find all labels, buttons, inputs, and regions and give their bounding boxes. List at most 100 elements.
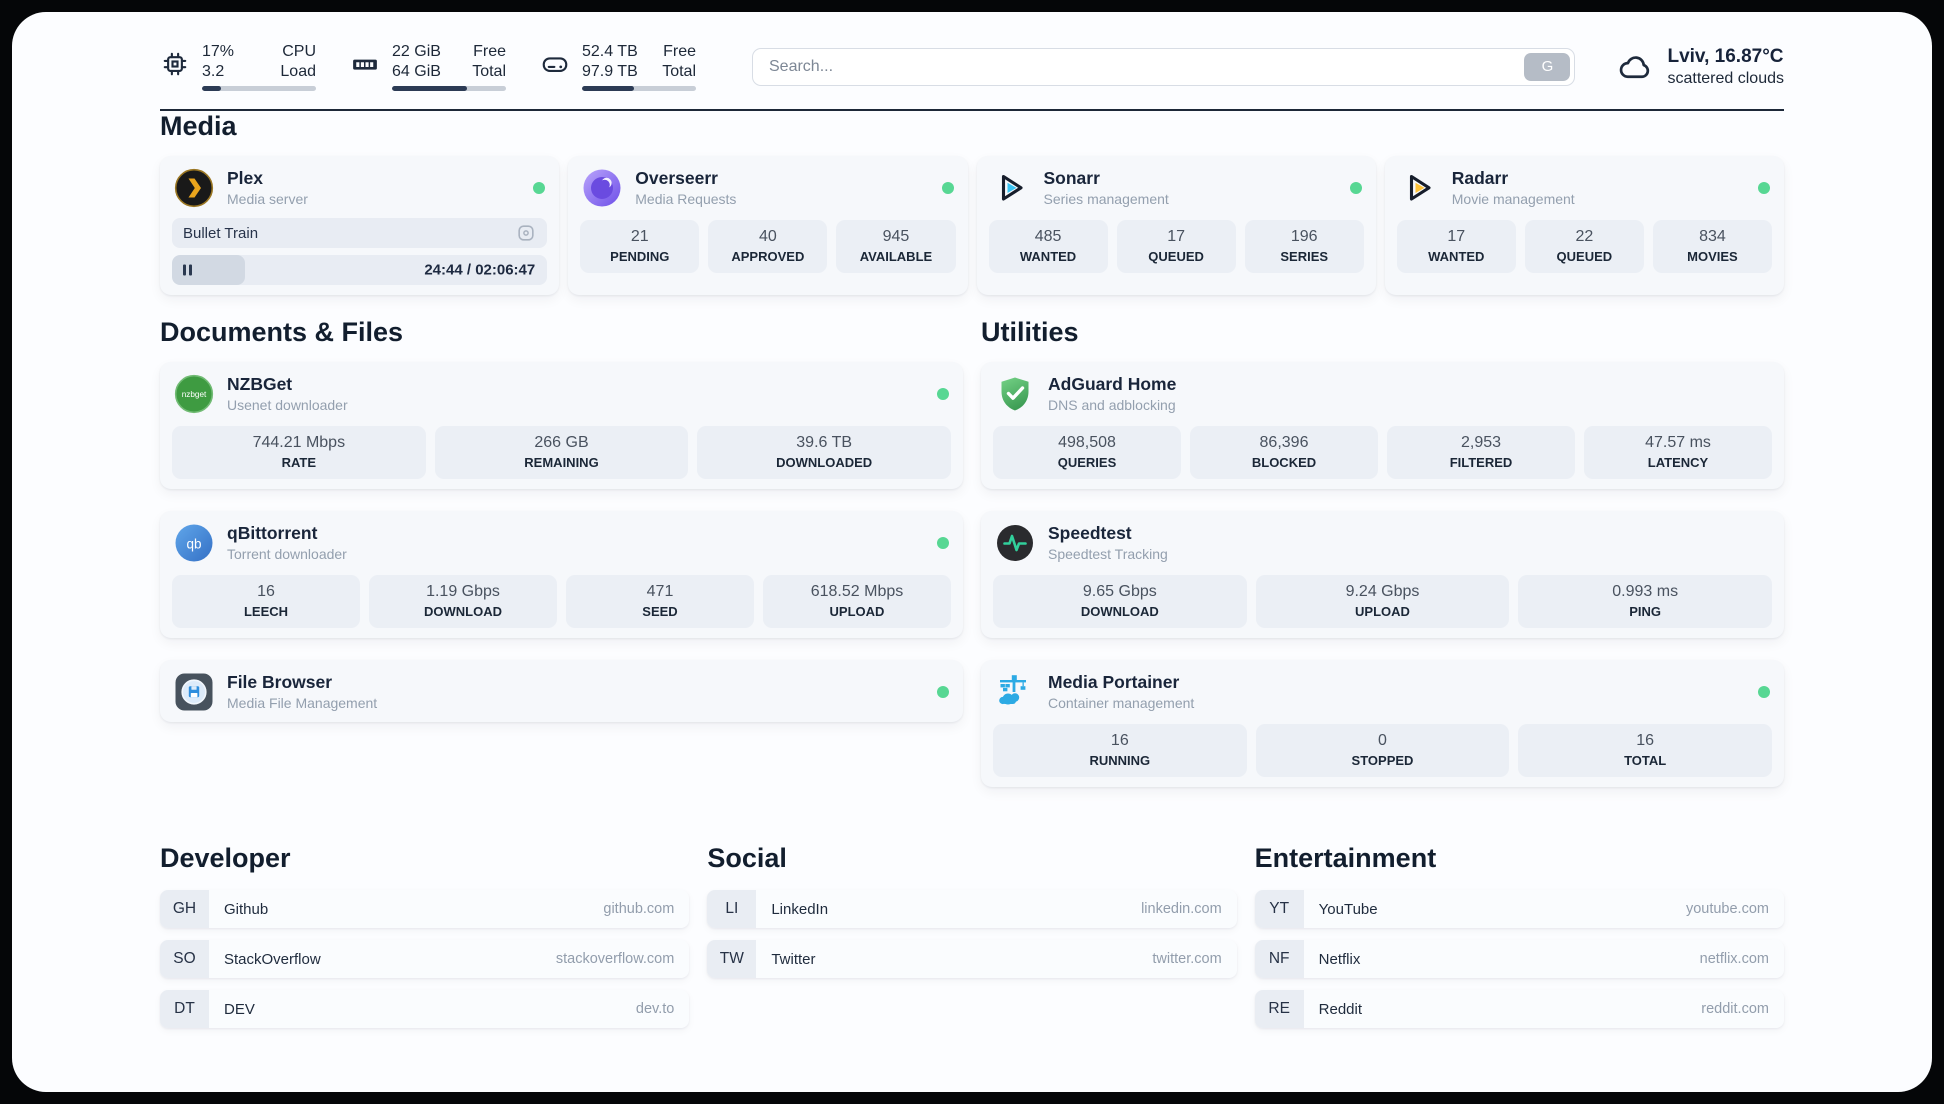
stat-series: 196 SERIES: [1244, 220, 1364, 273]
stat-label: PENDING: [610, 249, 670, 264]
bookmark-domain: linkedin.com: [1141, 901, 1222, 917]
bookmark-github[interactable]: GH Github github.com: [160, 890, 690, 928]
card-qbittorrent: qb qBittorrent Torrent downloader 16 LEE…: [160, 511, 963, 638]
bookmark-abbr: TW: [707, 940, 757, 978]
service-subtitle: Movie management: [1451, 191, 1575, 207]
overseerr-stats: 21 PENDING 40 APPROVED 945 AVAILABLE: [580, 220, 956, 273]
disk-free-value: 52.4 TB: [582, 43, 638, 60]
nzbget-titles: NZBGet Usenet downloader: [227, 374, 348, 414]
disk-widget: 52.4 TB Free 97.9 TB Total: [540, 42, 696, 91]
plex-icon: [174, 168, 214, 208]
disk-progress-bar: [582, 86, 696, 91]
stat-label: PING: [1629, 604, 1662, 619]
bookmark-domain: twitter.com: [1152, 951, 1222, 967]
bookmark-linkedin[interactable]: LI LinkedIn linkedin.com: [707, 890, 1237, 928]
cpu-label-1: CPU: [282, 43, 316, 60]
entertainment-column: Entertainment YT YouTube youtube.com NF …: [1254, 843, 1784, 1040]
service-title: Radarr: [1451, 168, 1509, 188]
bookmark-domain: reddit.com: [1701, 1001, 1769, 1017]
stat-label: SEED: [642, 604, 678, 619]
stat-value: 86,396: [1259, 434, 1309, 451]
utilities-column: Utilities AdGuard Home DNS and adblockin…: [981, 317, 1784, 787]
stat-value: 485: [1034, 228, 1062, 245]
cpu-widget: 17% CPU 3.2 Load: [160, 42, 316, 91]
stat-approved: 40 APPROVED: [708, 220, 828, 273]
stat-label: FILTERED: [1449, 455, 1513, 470]
service-subtitle: Media Requests: [635, 191, 737, 207]
bookmark-stackoverflow[interactable]: SO StackOverflow stackoverflow.com: [160, 940, 690, 978]
sonarr-titles: Sonarr Series management: [1044, 168, 1169, 208]
card-plex: Plex Media server Bullet Train 24:44 / 0…: [160, 156, 560, 295]
stat-label: WANTED: [1428, 249, 1485, 264]
memory-progress-fill: [392, 86, 468, 91]
disk-widget-body: 52.4 TB Free 97.9 TB Total: [582, 42, 696, 91]
adguard-card-head[interactable]: AdGuard Home DNS and adblocking: [993, 372, 1772, 414]
cpu-widget-body: 17% CPU 3.2 Load: [202, 42, 316, 91]
bookmark-twitter[interactable]: TW Twitter twitter.com: [707, 940, 1237, 978]
stat-value: 266 GB: [534, 434, 589, 451]
card-filebrowser: File Browser Media File Management: [160, 660, 963, 722]
session-icon: [516, 223, 536, 243]
bookmark-abbr: RE: [1254, 990, 1304, 1028]
stat-label: AVAILABLE: [859, 249, 933, 264]
status-dot: [1349, 182, 1362, 194]
bookmark-name: LinkedIn: [771, 900, 829, 918]
stat-label: BLOCKED: [1251, 455, 1317, 470]
plex-card-head[interactable]: Plex Media server: [172, 166, 547, 208]
search-go-button[interactable]: G: [1524, 52, 1571, 81]
sonarr-stats: 485 WANTED 17 QUEUED 196 SERIES: [988, 220, 1364, 273]
bookmark-name: StackOverflow: [224, 950, 321, 968]
radarr-titles: Radarr Movie management: [1452, 168, 1575, 208]
sonarr-card-head[interactable]: Sonarr Series management: [989, 166, 1364, 208]
bookmark-youtube[interactable]: YT YouTube youtube.com: [1254, 890, 1784, 928]
bookmark-abbr: LI: [707, 890, 757, 928]
service-title: Overseerr: [635, 168, 718, 188]
speedtest-card-head[interactable]: Speedtest Speedtest Tracking: [993, 521, 1772, 563]
svg-text:qb: qb: [186, 537, 201, 552]
stat-remaining: 266 GB REMAINING: [434, 426, 689, 479]
service-subtitle: Torrent downloader: [227, 546, 347, 562]
bookmark-reddit[interactable]: RE Reddit reddit.com: [1254, 990, 1784, 1028]
filebrowser-icon: [174, 672, 214, 712]
cpu-label-2: Load: [280, 62, 316, 80]
disk-label-1: Free: [663, 43, 696, 60]
nzbget-card-head[interactable]: nzbget NZBGet Usenet downloader: [172, 372, 951, 414]
stat-downloaded: 39.6 TB DOWNLOADED: [697, 426, 951, 479]
filebrowser-card-head[interactable]: File Browser Media File Management: [172, 670, 951, 712]
now-playing-title: Bullet Train: [183, 224, 259, 242]
stat-label: QUEUED: [1148, 249, 1204, 264]
service-title: qBittorrent: [227, 523, 318, 543]
bookmarks-grid: Developer GH Github github.com SO StackO…: [160, 843, 1784, 1040]
bookmark-netflix[interactable]: NF Netflix netflix.com: [1254, 940, 1784, 978]
portainer-card-head[interactable]: Media Portainer Container management: [993, 670, 1772, 712]
status-dot: [937, 388, 949, 400]
stat-label: UPLOAD: [1355, 604, 1410, 619]
stat-value: 498,508: [1058, 434, 1116, 451]
search-input[interactable]: [752, 47, 1576, 86]
portainer-icon: [995, 672, 1035, 712]
stat-stopped: 0 STOPPED: [1255, 724, 1510, 777]
plex-playback-progress: 24:44 / 02:06:47: [172, 255, 548, 285]
service-subtitle: Media File Management: [227, 695, 378, 711]
disk-total-value: 97.9 TB: [582, 62, 638, 80]
memory-free-value: 22 GiB: [392, 43, 441, 60]
memory-widget: 22 GiB Free 64 GiB Total: [350, 42, 506, 91]
stat-wanted: 485 WANTED: [988, 220, 1108, 273]
card-overseerr: Overseerr Media Requests 21 PENDING 40 A…: [568, 156, 968, 295]
documents-section-heading: Documents & Files: [160, 317, 404, 347]
weather-text: Lviv, 16.87°C scattered clouds: [1667, 45, 1784, 89]
stat-label: LEECH: [243, 604, 289, 619]
bookmark-abbr: GH: [160, 890, 209, 928]
bookmark-dev[interactable]: DT DEV dev.to: [160, 990, 690, 1028]
utilities-section-heading: Utilities: [981, 317, 1079, 347]
stat-value: 945: [882, 228, 910, 245]
overseerr-card-head[interactable]: Overseerr Media Requests: [580, 166, 955, 208]
stat-rate: 744.21 Mbps RATE: [172, 426, 426, 479]
stat-label: RUNNING: [1089, 753, 1151, 768]
stat-value: 47.57 ms: [1645, 434, 1711, 451]
bookmark-name: Netflix: [1318, 950, 1361, 968]
disk-icon: [540, 49, 570, 79]
card-nzbget: nzbget NZBGet Usenet downloader 744.21 M…: [160, 362, 963, 489]
qbittorrent-card-head[interactable]: qb qBittorrent Torrent downloader: [172, 521, 951, 563]
radarr-card-head[interactable]: Radarr Movie management: [1397, 166, 1772, 208]
